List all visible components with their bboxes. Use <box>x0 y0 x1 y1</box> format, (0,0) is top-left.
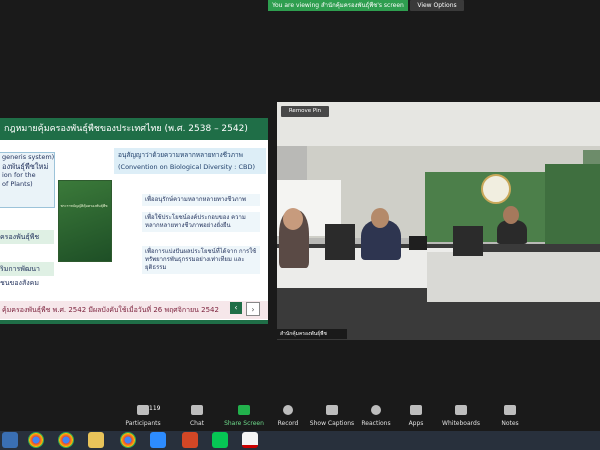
share-screen-icon <box>238 405 250 415</box>
slide-prev-button[interactable]: ‹ <box>230 302 242 314</box>
objective-item: เพื่ออนุรักษ์ความหลากหลายทางชีวภาพ <box>142 194 260 206</box>
toolbar-label: Participants <box>125 420 161 427</box>
chrome-icon[interactable] <box>120 432 136 448</box>
share-screen-button[interactable]: Share Screen <box>221 405 267 428</box>
people-icon <box>137 405 149 415</box>
acrobat-icon[interactable] <box>242 432 258 448</box>
left-item: ริมการพัฒนา <box>0 262 54 276</box>
emblem-logo <box>481 174 511 204</box>
start-icon[interactable] <box>2 432 18 448</box>
participant-name-tag: สำนักคุ้มครองพันธุ์พืช <box>277 329 347 339</box>
captions-icon <box>326 405 338 415</box>
green-wall-panel <box>545 164 600 244</box>
left-box-line: generis system) <box>2 153 55 161</box>
notes-icon <box>504 405 516 415</box>
left-box-line: of Plants) <box>2 180 33 188</box>
chat-icon <box>191 405 203 415</box>
slide-title: กฎหมายคุ้มครองพันธุ์พืชของประเทศไทย (พ.ศ… <box>0 118 268 140</box>
left-box-line: ion for the <box>2 171 36 179</box>
left-info-box: generis system) องพันธุ์พืชใหม่ ion for … <box>0 152 55 208</box>
toolbar-label: Whiteboards <box>442 420 480 427</box>
folder-icon[interactable] <box>88 432 104 448</box>
cbd-heading-english: (Convention on Biological Diversity : CB… <box>118 163 255 171</box>
chair <box>453 226 483 256</box>
apps-icon <box>410 405 422 415</box>
objective-item: เพื่อใช้ประโยชน์องค์ประกอบของ ความหลากหล… <box>142 212 260 232</box>
whiteboards-button[interactable]: Whiteboards <box>438 405 484 428</box>
line-icon[interactable] <box>212 432 228 448</box>
record-icon <box>283 405 293 415</box>
toolbar-label: Chat <box>189 420 205 427</box>
cbd-heading-thai: อนุสัญญาว่าด้วยความหลากหลายทางชีวภาพ <box>118 151 243 159</box>
chair <box>325 224 355 260</box>
left-box-line: องพันธุ์พืชใหม่ <box>2 162 49 171</box>
shared-screen-slide: กฎหมายคุ้มครองพันธุ์พืชของประเทศไทย (พ.ศ… <box>0 118 268 324</box>
whiteboard-icon <box>455 405 467 415</box>
person-head <box>283 208 303 230</box>
slide-bottom-stripe <box>0 320 268 324</box>
slide-footer-text: คุ้มครองพันธุ์พืช พ.ศ. 2542 มีผลบังคับใช… <box>2 306 219 314</box>
wall-screen <box>583 150 600 164</box>
view-options-button[interactable]: View Options <box>410 0 464 11</box>
book-cover-image <box>58 180 112 262</box>
zoom-icon[interactable] <box>150 432 166 448</box>
chrome-icon[interactable] <box>58 432 74 448</box>
show-captions-button[interactable]: Show Captions <box>309 405 355 428</box>
left-item: ครองพันธุ์พืช <box>0 230 54 244</box>
system-tray[interactable] <box>535 435 600 447</box>
person-head <box>503 206 519 224</box>
toolbar-label: Record <box>277 420 299 427</box>
meeting-table <box>427 252 600 302</box>
toolbar-label: Show Captions <box>309 420 355 427</box>
book-title: พระราชบัญญัติคุ้มครองพันธุ์พืช <box>60 204 108 208</box>
remove-pin-button[interactable]: Remove Pin <box>281 106 329 117</box>
toolbar-label: Apps <box>408 420 424 427</box>
chrome-icon[interactable] <box>28 432 44 448</box>
pinned-video[interactable] <box>277 102 600 340</box>
desk-monitor <box>409 236 427 250</box>
toolbar-label: Notes <box>501 420 519 427</box>
cbd-heading: อนุสัญญาว่าด้วยความหลากหลายทางชีวภาพ (Co… <box>114 148 266 174</box>
record-button[interactable]: Record <box>265 405 311 428</box>
slide-next-button[interactable]: › <box>246 302 260 316</box>
objective-item: เพื่อการแบ่งปันผลประโยชน์ที่ได้จาก การใช… <box>142 246 260 274</box>
notes-button[interactable]: Notes <box>487 405 533 428</box>
participants-button[interactable]: Participants <box>120 405 166 428</box>
chat-button[interactable]: Chat <box>174 405 220 428</box>
person-head <box>371 208 389 228</box>
left-item: ชนของสังคม <box>0 279 39 287</box>
apps-button[interactable]: Apps <box>393 405 439 428</box>
toolbar-label: Share Screen <box>224 420 264 427</box>
smiley-icon <box>371 405 381 415</box>
powerpoint-icon[interactable] <box>182 432 198 448</box>
viewing-banner: You are viewing สำนักคุ้มครองพันธุ์พืช's… <box>268 0 408 11</box>
